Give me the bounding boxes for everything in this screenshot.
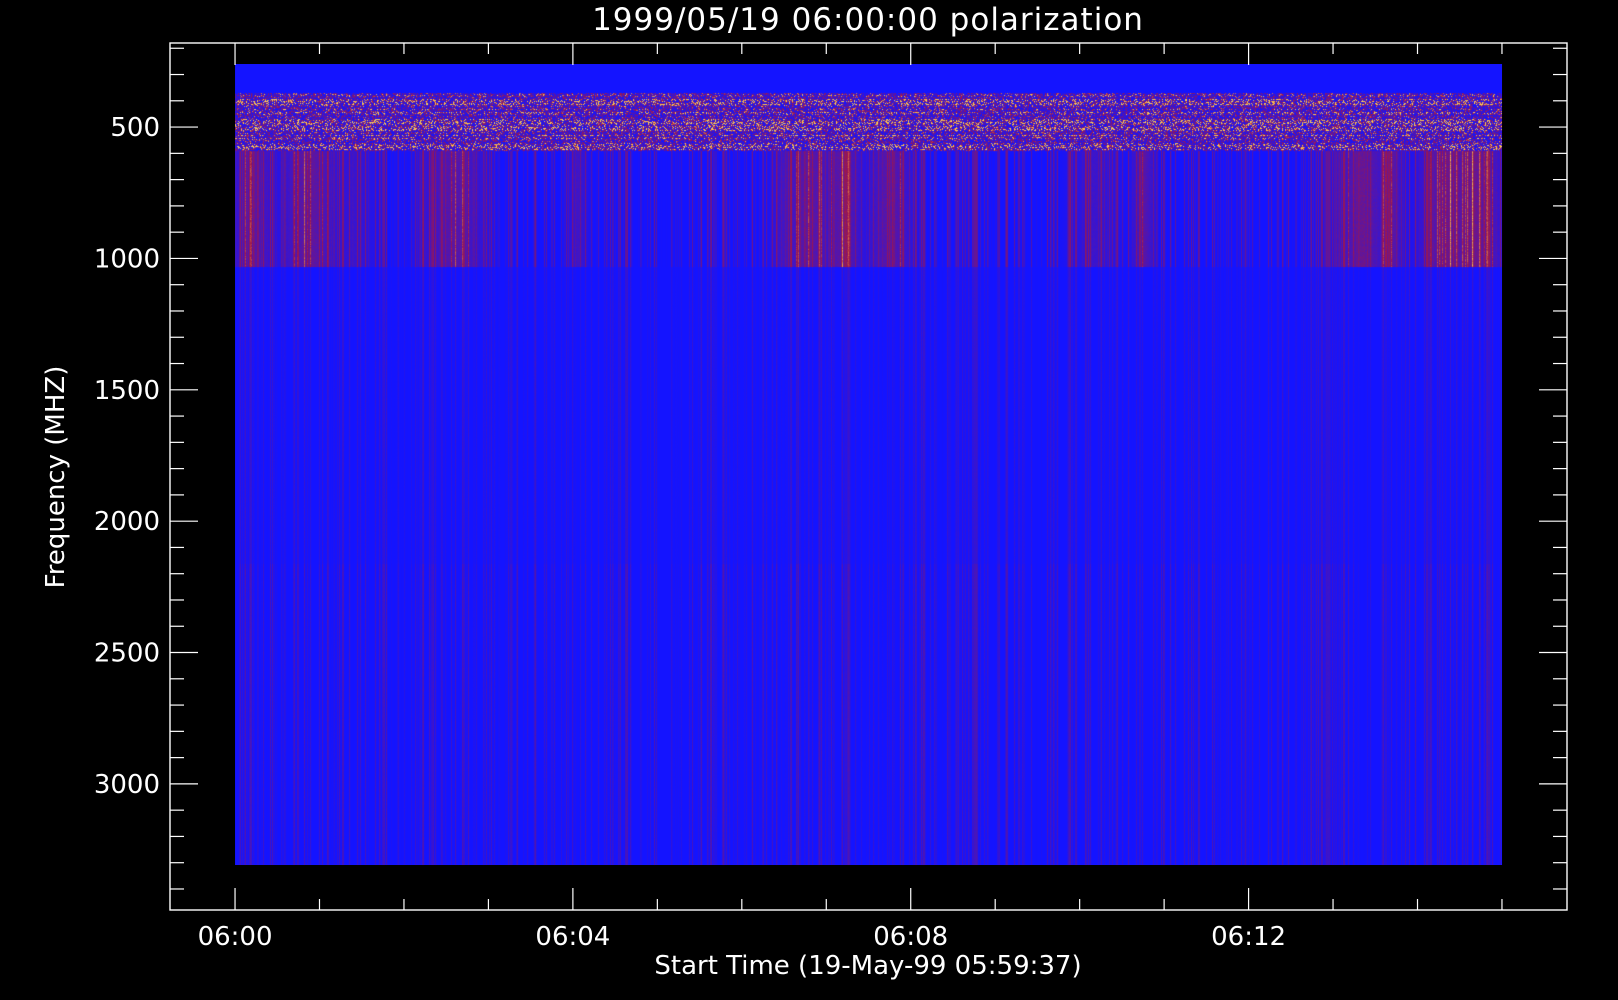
chart-title: 1999/05/19 06:00:00 polarization: [592, 2, 1144, 38]
x-tick-label: 06:04: [535, 922, 610, 952]
spectrogram-image: [235, 64, 1503, 866]
x-axis-label: Start Time (19-May-99 05:59:37): [654, 951, 1081, 981]
x-tick-label: 06:12: [1211, 922, 1286, 952]
polarization-spectrogram: 06:00 06:04 06:08 06:12 500 1000 1500 2000 2500…: [0, 0, 1618, 1000]
y-tick-label: 1000: [94, 244, 160, 274]
heatmap-raster: [235, 64, 1503, 866]
y-tick-label: 1500: [94, 376, 160, 406]
y-axis-label: Frequency (MHZ): [41, 366, 71, 589]
y-tick-label: 2500: [94, 639, 160, 669]
y-tick-label: 3000: [94, 770, 160, 800]
x-tick-label: 06:00: [198, 922, 273, 952]
x-tick-label: 06:08: [873, 922, 948, 952]
y-tick-label: 500: [110, 113, 160, 143]
y-tick-label: 2000: [94, 507, 160, 537]
